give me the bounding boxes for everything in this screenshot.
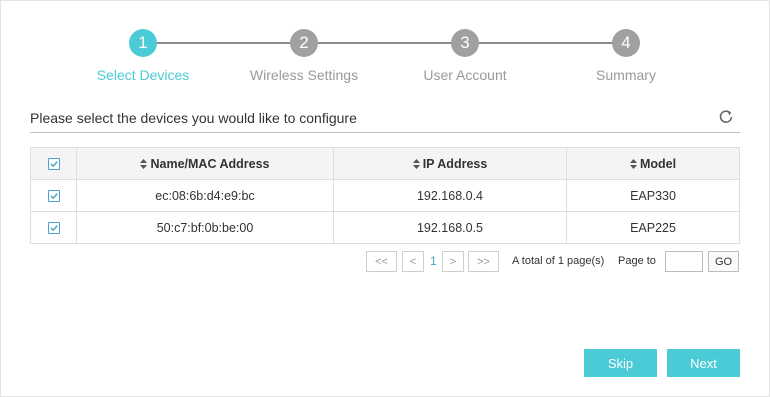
section-title: Please select the devices you would like…: [30, 110, 357, 126]
step-4-label: Summary: [596, 67, 656, 83]
device-mac: ec:08:6b:d4:e9:bc: [76, 179, 334, 212]
current-page-link[interactable]: 1: [430, 254, 437, 268]
step-connector: [479, 42, 613, 44]
name-column-header[interactable]: Name/MAC Address: [76, 147, 334, 180]
refresh-icon[interactable]: [718, 109, 734, 125]
row-select-cell: [30, 179, 77, 212]
step-2-circle: 2: [290, 29, 318, 57]
table-row[interactable]: 50:c7:bf:0b:be:00 192.168.0.5 EAP225: [30, 211, 740, 244]
ip-header-label: IP Address: [422, 156, 488, 171]
step-3-circle: 3: [451, 29, 479, 57]
row-select-cell: [30, 211, 77, 244]
model-header-label: Model: [639, 156, 677, 171]
device-ip: 192.168.0.5: [333, 211, 567, 244]
row-checkbox[interactable]: [47, 222, 60, 235]
device-model: EAP225: [566, 211, 740, 244]
pagination: << < 1 > >> A total of 1 page(s) Page to…: [0, 251, 770, 273]
page-number-input[interactable]: [665, 251, 703, 272]
model-column-header[interactable]: Model: [566, 147, 740, 180]
sort-icon: [140, 158, 148, 169]
step-4-circle: 4: [612, 29, 640, 57]
prev-page-button[interactable]: <: [402, 251, 424, 272]
page-to-label: Page to: [618, 255, 656, 267]
device-mac: 50:c7:bf:0b:be:00: [76, 211, 334, 244]
step-connector: [157, 42, 291, 44]
go-button[interactable]: GO: [708, 251, 739, 272]
next-button[interactable]: Next: [667, 349, 740, 377]
step-2-label: Wireless Settings: [249, 67, 359, 83]
skip-button[interactable]: Skip: [584, 349, 657, 377]
row-checkbox[interactable]: [47, 190, 60, 203]
device-table: Name/MAC Address IP Address Model ec:08:…: [30, 147, 740, 244]
wizard-stepper: 1 2 3 4 Select Devices Wireless Settings…: [0, 0, 770, 100]
next-page-button[interactable]: >: [442, 251, 464, 272]
select-all-cell: [30, 147, 77, 180]
sort-icon: [412, 158, 420, 169]
device-ip: 192.168.0.4: [333, 179, 567, 212]
section-divider: [30, 132, 740, 133]
page-total-text: A total of 1 page(s): [512, 255, 605, 267]
step-connector: [318, 42, 452, 44]
step-1-label: Select Devices: [96, 67, 190, 83]
table-row[interactable]: ec:08:6b:d4:e9:bc 192.168.0.4 EAP330: [30, 179, 740, 212]
last-page-button[interactable]: >>: [468, 251, 499, 272]
step-3-label: User Account: [423, 67, 507, 83]
sort-icon: [629, 158, 637, 169]
device-model: EAP330: [566, 179, 740, 212]
ip-column-header[interactable]: IP Address: [333, 147, 567, 180]
select-all-checkbox[interactable]: [47, 158, 60, 171]
first-page-button[interactable]: <<: [366, 251, 397, 272]
name-header-label: Name/MAC Address: [150, 156, 270, 171]
step-1-circle: 1: [129, 29, 157, 57]
table-header-row: Name/MAC Address IP Address Model: [30, 147, 740, 180]
